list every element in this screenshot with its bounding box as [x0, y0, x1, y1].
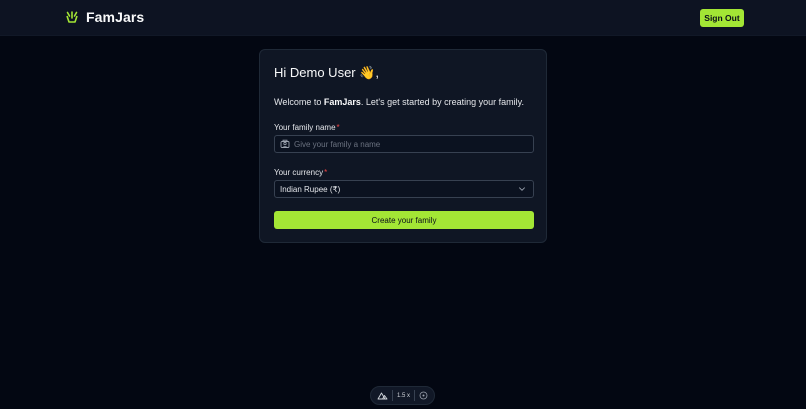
required-mark: * [324, 168, 328, 177]
family-name-label-text: Your family name [274, 123, 336, 132]
nuxt-logo-icon[interactable] [377, 391, 388, 400]
devbar-divider [413, 390, 415, 401]
family-name-input[interactable] [294, 139, 524, 149]
greeting-heading: Hi Demo User 👋, [274, 65, 380, 80]
top-header: FamJars Sign Out [0, 0, 806, 36]
currency-select[interactable]: Indian Rupee (₹) [274, 180, 534, 198]
required-mark: * [336, 123, 340, 132]
currency-label: Your currency* [274, 168, 327, 177]
brand[interactable]: FamJars [64, 9, 144, 25]
sign-out-button[interactable]: Sign Out [700, 9, 744, 27]
devbar-divider [391, 390, 393, 401]
dev-toolbar[interactable]: 1.5 x [370, 386, 435, 405]
famjars-logo-icon [66, 11, 78, 23]
welcome-prefix: Welcome to [274, 97, 324, 107]
welcome-suffix: . Let's get started by creating your fam… [360, 97, 525, 107]
chevron-down-icon [519, 187, 525, 191]
inspect-target-icon[interactable] [419, 391, 428, 400]
create-family-card: Hi Demo User 👋, Welcome to FamJars. Let'… [259, 49, 547, 243]
welcome-text: Welcome to FamJars. Let's get started by… [274, 97, 524, 107]
family-name-field[interactable] [274, 135, 534, 153]
welcome-brand: FamJars [323, 97, 361, 107]
currency-label-text: Your currency [274, 168, 324, 177]
family-icon [280, 139, 290, 148]
zoom-level[interactable]: 1.5 x [397, 393, 410, 399]
brand-name: FamJars [86, 9, 145, 25]
family-name-label: Your family name* [274, 123, 340, 132]
currency-selected-value: Indian Rupee (₹) [280, 184, 341, 194]
create-family-button[interactable]: Create your family [274, 211, 534, 229]
